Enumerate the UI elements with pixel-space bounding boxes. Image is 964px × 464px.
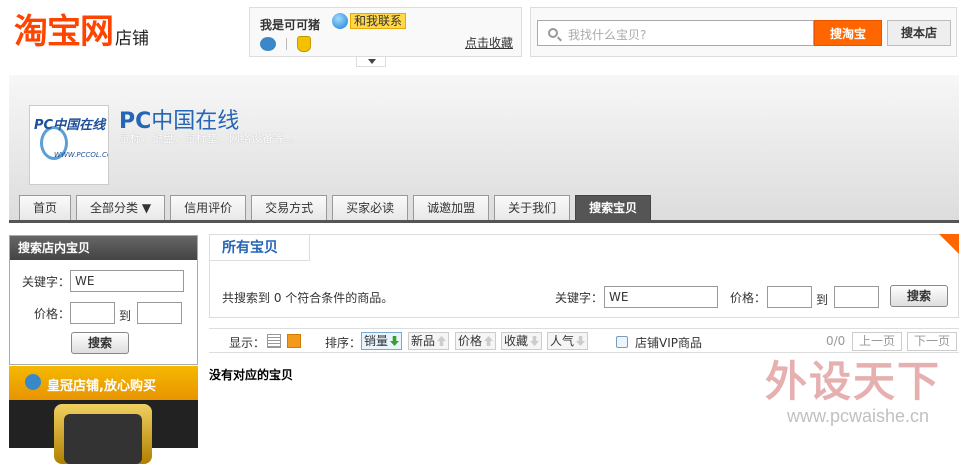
wangwang-icon [332,13,348,29]
arrow-down-icon [390,336,400,346]
crown-icon [25,374,41,390]
shop-logo-text: PC中国在线 [34,118,106,133]
next-page-button[interactable]: 下一页 [907,332,958,351]
logo-main-text: 淘宝网 [14,13,114,51]
no-result-text: 没有对应的宝贝 [209,368,294,382]
arrow-up-icon [484,336,494,346]
shop-logo[interactable]: PC中国在线 WWW.PCCOL.COM [29,105,109,185]
search-button[interactable]: 搜索 [71,332,129,354]
sort-popularity-label: 人气 [550,334,575,348]
watermark-url: www.pcwaishe.cn [787,406,930,426]
nav-all-categories[interactable]: 全部分类 ▼ [76,195,166,220]
search-placeholder: 我找什么宝贝? [568,28,647,42]
search-icon [548,28,558,38]
results-box: 所有宝贝 共搜索到 0 个符合条件的商品。 关键字： WE 价格： 到 搜索 [209,234,959,318]
all-items-title: 所有宝贝 [210,235,310,261]
crown-shop-promo[interactable]: 皇冠店铺,放心购买 [9,366,198,464]
arrow-up-icon [437,336,447,346]
sort-price-button[interactable]: 价格 [455,332,497,350]
promo-banner: 皇冠店铺,放心购买 [9,366,198,400]
watermark: 外设天下 www.pcwaishe.cn [765,358,942,427]
seller-badges [260,36,311,52]
nav-payment-methods[interactable]: 交易方式 [251,195,328,220]
nav-join-us[interactable]: 诚邀加盟 [413,195,490,220]
sort-new-button[interactable]: 新品 [408,332,450,350]
vip-label: 店铺VIP商品 [635,336,702,350]
price-max-input[interactable] [137,302,182,324]
contact-button[interactable]: 和我联系 [332,13,407,29]
nav-home[interactable]: 首页 [19,195,72,220]
sort-label: 排序： [325,336,362,350]
contact-label: 和我联系 [350,13,407,29]
watermark-text: 外设天下 [765,358,942,405]
promo-text: 皇冠店铺,放心购买 [47,379,156,394]
divider [286,38,287,50]
shop-description: 鼠标，键盘，鼠标垫，网络设备等。。 [119,132,301,145]
page-count: 0/0 [826,334,846,348]
display-label: 显示： [229,336,266,350]
taobao-logo[interactable]: 淘宝网 店铺 [14,12,149,52]
consumer-protection-icon[interactable] [297,36,311,52]
sort-sales-label: 销量 [364,334,389,348]
sort-new-label: 新品 [411,334,436,348]
shop-nav: 首页 全部分类 ▼ 信用评价 交易方式 买家必读 诚邀加盟 关于我们 搜索宝贝 [19,195,652,220]
nav-buyer-guide[interactable]: 买家必读 [332,195,409,220]
nav-about-us[interactable]: 关于我们 [494,195,571,220]
nav-underline [9,220,959,223]
keyword-input[interactable]: WE [604,286,718,308]
arrow-down-icon [576,336,586,346]
to-label: 到 [119,309,132,323]
seller-info-box: 我是可可猪 和我联系 点击收藏 [249,7,522,67]
favorite-link[interactable]: 点击收藏 [465,34,513,51]
logo-sub-text: 店铺 [115,29,149,49]
search-taobao-button[interactable]: 搜淘宝 [814,20,882,46]
list-view-icon[interactable] [267,334,281,348]
price-label: 价格： [34,307,71,321]
sort-price-label: 价格 [458,334,483,348]
chevron-down-icon[interactable] [356,57,386,67]
corner-ribbon-icon [939,234,959,254]
price-min-input[interactable] [767,286,812,308]
price-label: 价格： [730,291,767,305]
shop-search-panel: 搜索店内宝贝 关键字： WE 价格： 到 搜索 [9,235,198,365]
to-label: 到 [816,293,829,307]
arrow-down-icon [530,336,540,346]
result-count-text: 共搜索到 0 个符合条件的商品。 [222,291,394,305]
price-max-input[interactable] [834,286,879,308]
sort-sales-button[interactable]: 销量 [361,332,403,350]
keyword-label: 关键字： [22,275,71,289]
shop-search-heading: 搜索店内宝贝 [10,236,197,260]
seller-name: 我是可可猪 [260,18,321,32]
nav-search-items[interactable]: 搜索宝贝 [575,195,652,220]
keyword-input[interactable]: WE [70,270,184,292]
shop-logo-url: WWW.PCCOL.COM [54,151,108,159]
search-bar: 我找什么宝贝? 搜淘宝 搜本店 [530,7,957,57]
sort-toolbar: 显示： 排序： 销量 新品 价格 收藏 人气 店铺VIP商品 0/0 上一页 下… [209,328,959,353]
sort-favorites-button[interactable]: 收藏 [501,332,543,350]
search-input[interactable]: 我找什么宝贝? [537,20,814,46]
grid-view-icon[interactable] [287,334,301,348]
price-min-input[interactable] [70,302,115,324]
prev-page-button[interactable]: 上一页 [852,332,903,351]
search-button[interactable]: 搜索 [890,285,948,307]
sort-favorites-label: 收藏 [504,334,529,348]
shield-icon [54,404,152,464]
shop-banner: PC中国在线 WWW.PCCOL.COM PC中国在线 鼠标，键盘，鼠标垫，网络… [9,75,959,223]
sort-popularity-button[interactable]: 人气 [547,332,589,350]
search-shop-button[interactable]: 搜本店 [887,20,951,46]
nav-credit-rating[interactable]: 信用评价 [170,195,247,220]
vip-checkbox[interactable] [616,336,628,348]
seller-badge-icon[interactable] [260,37,276,51]
keyword-label: 关键字： [555,291,604,305]
